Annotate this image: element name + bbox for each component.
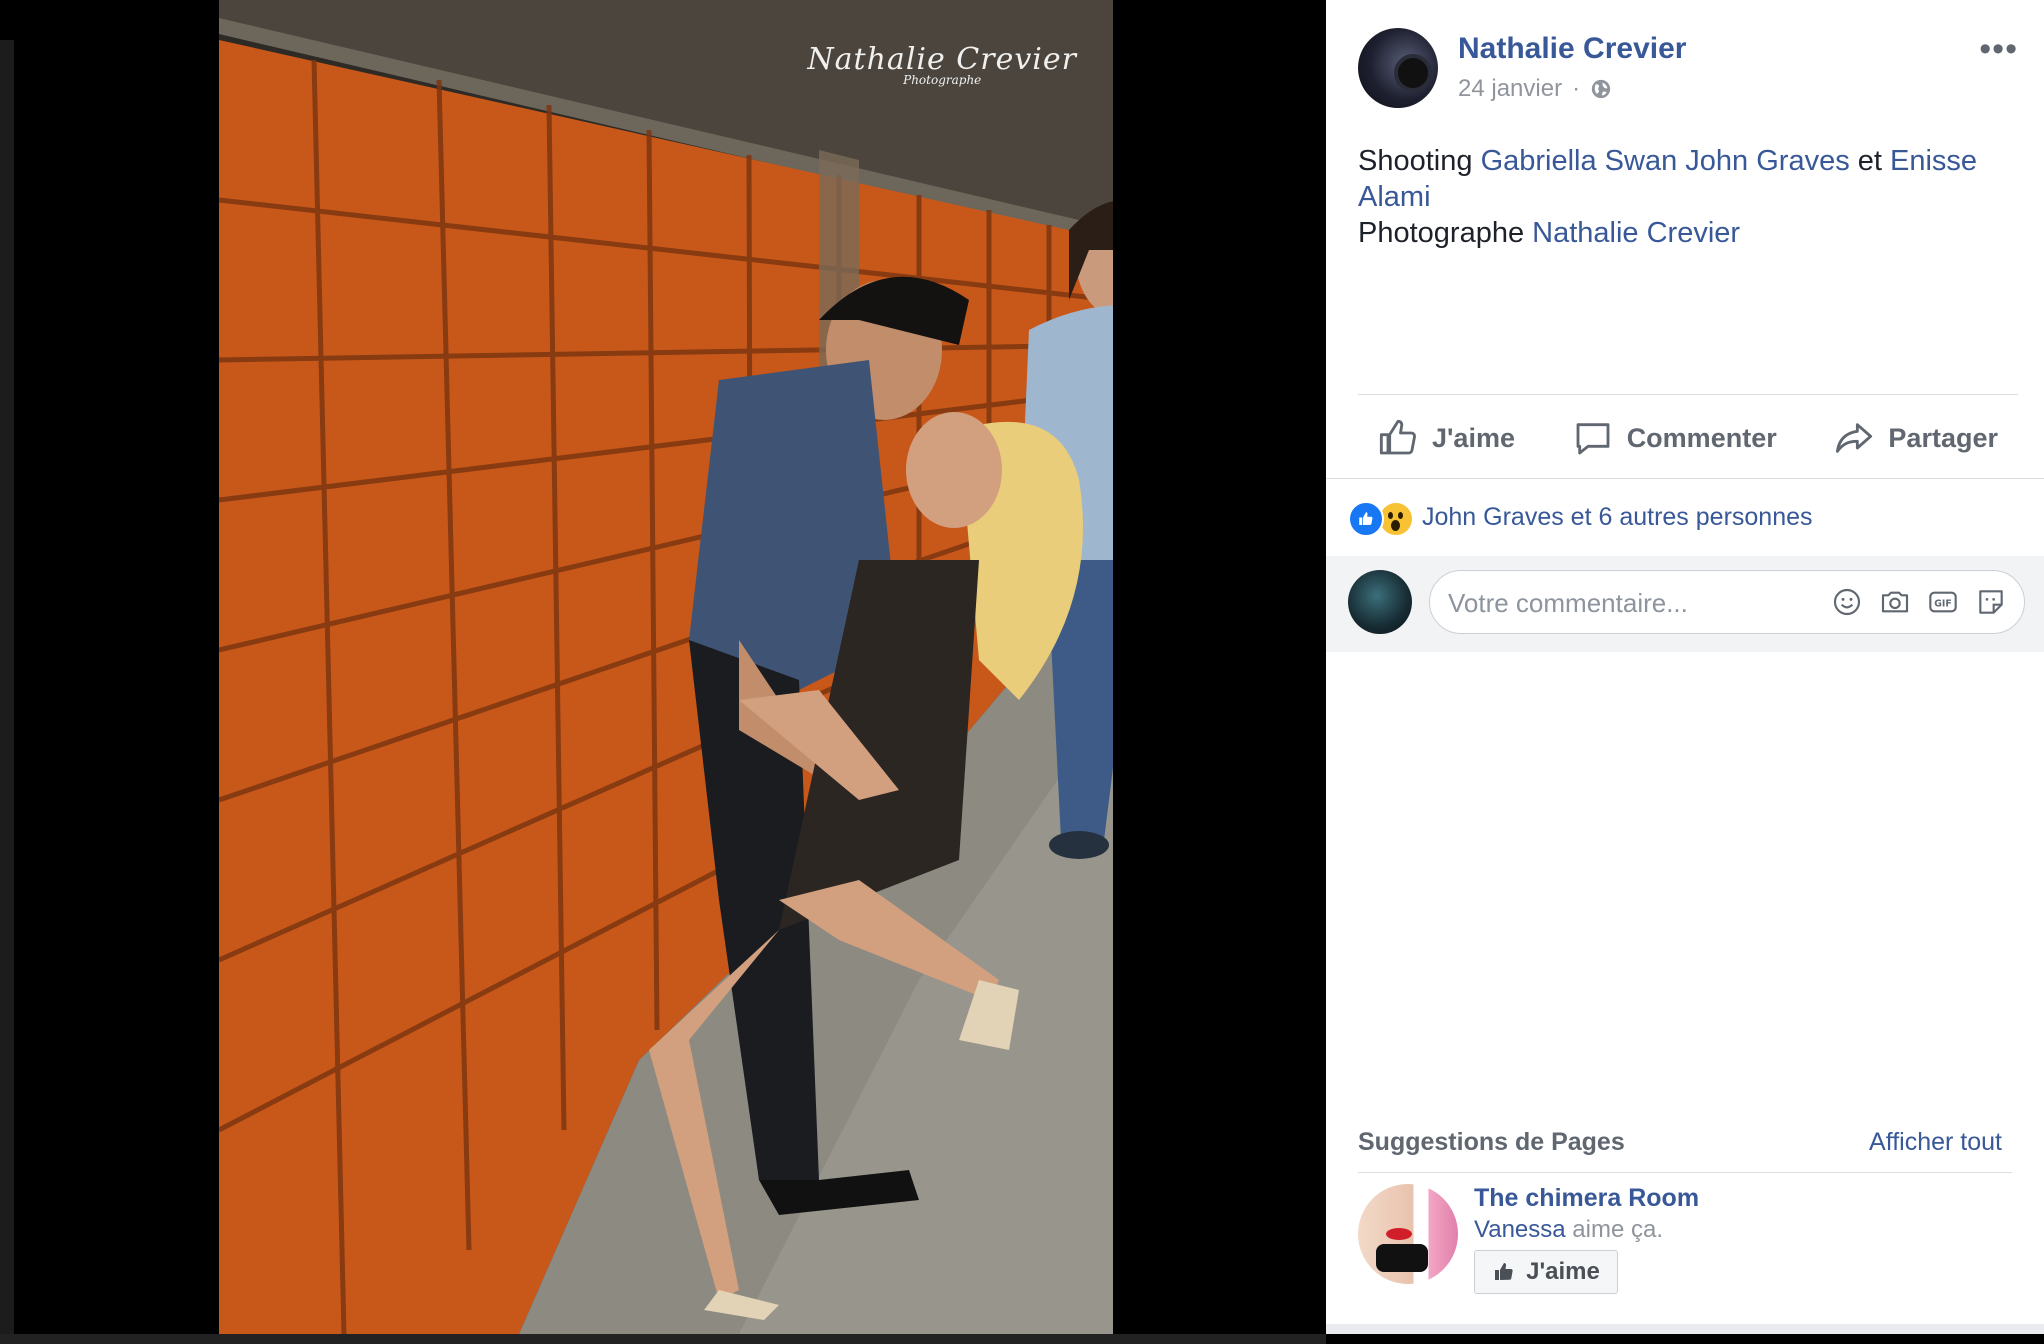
- caption-photographe: Photographe: [1358, 217, 1525, 249]
- thumbs-up-icon: [1379, 419, 1416, 455]
- comment-label: Commenter: [1626, 422, 1777, 453]
- photo-viewer: Nathalie Crevier Photographe: [0, 0, 1326, 1344]
- caption-shooting: Shooting: [1358, 145, 1473, 177]
- emoji-icon[interactable]: [1830, 585, 1864, 619]
- reactions-summary[interactable]: John Graves et 6 autres personnes: [1422, 503, 1813, 532]
- sticker-icon[interactable]: [1974, 585, 2008, 619]
- suggested-page-like-label: J'aime: [1526, 1258, 1600, 1285]
- tag-gabriella-swan[interactable]: Gabriella Swan: [1481, 145, 1678, 177]
- actions-divider: [1358, 394, 2018, 395]
- reaction-icons[interactable]: [1348, 501, 1414, 537]
- tag-nathalie-crevier[interactable]: Nathalie Crevier: [1532, 217, 1740, 249]
- post-date[interactable]: 24 janvier: [1458, 75, 1562, 103]
- suggested-page-name[interactable]: The chimera Room: [1474, 1184, 1699, 1213]
- tag-john-graves[interactable]: John Graves: [1685, 145, 1849, 177]
- post-actions: J'aime Commenter Partager: [1358, 398, 2018, 478]
- suggestions-title: Suggestions de Pages: [1358, 1128, 1625, 1156]
- photo-watermark: Nathalie Crevier Photographe: [807, 42, 1077, 87]
- comment-composer: Votre commentaire... GIF: [1326, 556, 2044, 652]
- post-caption: Shooting Gabriella Swan John Graves et E…: [1358, 143, 1998, 251]
- caption-et: et: [1857, 145, 1882, 177]
- svg-text:GIF: GIF: [1934, 599, 1952, 610]
- suggested-page-liker-suffix: aime ça.: [1572, 1216, 1663, 1243]
- camera-icon[interactable]: [1878, 585, 1912, 619]
- thumbs-up-icon: [1495, 1263, 1513, 1280]
- watermark-signature: Nathalie Crevier: [807, 42, 1077, 77]
- comment-placeholder: Votre commentaire...: [1448, 588, 1688, 618]
- comment-tools: GIF: [1830, 585, 2008, 619]
- comment-button[interactable]: Commenter: [1553, 418, 1797, 458]
- suggestions-divider: [1358, 1172, 2012, 1173]
- photo-illustration: [219, 0, 1113, 1334]
- comment-input[interactable]: Votre commentaire... GIF: [1429, 570, 2025, 634]
- camera-lens-graphic: [1394, 54, 1432, 92]
- meta-separator: ·: [1572, 75, 1581, 102]
- like-button[interactable]: J'aime: [1358, 418, 1535, 458]
- like-icon: [1348, 501, 1384, 537]
- panel-bottom-strip: [1326, 1324, 2044, 1334]
- gif-icon[interactable]: GIF: [1926, 585, 1960, 619]
- share-button[interactable]: Partager: [1814, 418, 2018, 458]
- post-photo[interactable]: Nathalie Crevier Photographe: [219, 0, 1113, 1334]
- viewer-avatar[interactable]: [1348, 570, 1412, 634]
- share-label: Partager: [1888, 422, 1998, 453]
- suggested-page-like-button[interactable]: J'aime: [1474, 1250, 1618, 1294]
- suggested-page-social: Vanessa aime ça.: [1474, 1216, 1663, 1244]
- share-icon: [1836, 423, 1873, 453]
- reactions-bar[interactable]: John Graves et 6 autres personnes: [1326, 478, 2044, 557]
- globe-icon[interactable]: [1590, 78, 1612, 100]
- like-label: J'aime: [1432, 422, 1515, 453]
- viewer-bottom-strip: [0, 1334, 1326, 1344]
- viewer-left-edge: [0, 40, 14, 1340]
- author-avatar[interactable]: [1358, 28, 1438, 108]
- suggested-page-liker[interactable]: Vanessa: [1474, 1216, 1566, 1243]
- comment-icon: [1576, 423, 1610, 455]
- post-panel: Nathalie Crevier 24 janvier · ••• Shooti…: [1326, 0, 2044, 1334]
- post-meta: 24 janvier ·: [1458, 75, 1612, 103]
- suggested-page-avatar[interactable]: [1358, 1184, 1458, 1284]
- more-options-icon[interactable]: •••: [1979, 32, 2018, 66]
- author-name[interactable]: Nathalie Crevier: [1458, 32, 1686, 66]
- suggestions-see-all[interactable]: Afficher tout: [1869, 1128, 2002, 1157]
